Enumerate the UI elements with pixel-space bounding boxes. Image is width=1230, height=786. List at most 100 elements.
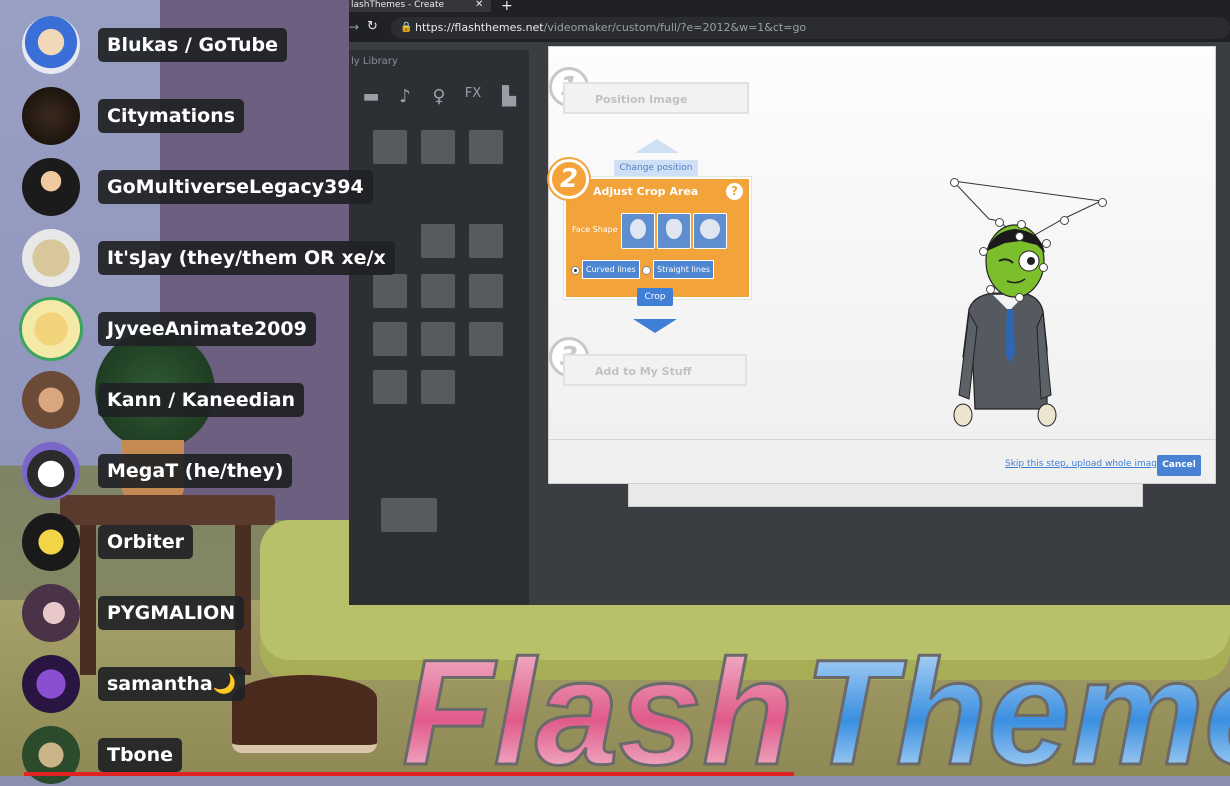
cat-avatar-icon xyxy=(22,229,80,287)
step-3-add-to-my-stuff[interactable]: Add to My Stuff xyxy=(563,354,747,386)
dialog-shadow xyxy=(628,482,1143,507)
crop-handle[interactable] xyxy=(1098,198,1107,207)
flash-text: Flash xyxy=(402,628,794,776)
url-path: /videomaker/custom/full/?e=2012&w=1&ct=g… xyxy=(543,21,807,34)
footer-divider xyxy=(549,439,1215,440)
member-item[interactable]: Blukas / GoTube xyxy=(22,16,352,76)
browser-tab[interactable]: lashThemes - Create ✕ xyxy=(349,0,491,12)
curved-lines-option[interactable]: Curved lines xyxy=(582,260,640,279)
adjust-crop-panel: Adjust Crop Area ? Face Shape Curved lin… xyxy=(564,177,751,299)
figure-avatar-icon xyxy=(22,584,80,642)
video-progress-bar[interactable] xyxy=(24,772,794,776)
library-panel: ly Library ▬ ♪ ♀ FX ▙ xyxy=(349,50,529,605)
member-item[interactable]: Orbiter xyxy=(22,513,352,573)
curved-lines-radio[interactable] xyxy=(571,266,580,275)
face-shape-wide-button[interactable] xyxy=(693,213,727,249)
member-name: MegaT (he/they) xyxy=(98,454,293,488)
crop-button[interactable]: Crop xyxy=(637,288,673,306)
arrow-up-icon[interactable] xyxy=(635,139,679,153)
library-thumbnail[interactable] xyxy=(421,130,455,164)
crop-handle[interactable] xyxy=(950,178,959,187)
flashthemes-logo: Flash Theme xyxy=(401,628,1230,776)
crop-handle[interactable] xyxy=(1015,293,1024,302)
library-thumbnail[interactable] xyxy=(381,498,437,532)
crop-panel-title: Adjust Crop Area xyxy=(593,185,699,198)
member-name: It'sJay (they/them OR xe/x xyxy=(98,241,395,275)
background-category-icon[interactable]: ▬ xyxy=(357,86,385,112)
url-host: https://flashthemes.net xyxy=(415,21,544,34)
library-thumbnail[interactable] xyxy=(373,370,407,404)
step-1-position-image[interactable]: Position Image xyxy=(563,82,749,114)
library-thumbnail[interactable] xyxy=(373,130,407,164)
member-name: Blukas / GoTube xyxy=(98,28,287,62)
library-thumbnail[interactable] xyxy=(421,322,455,356)
library-thumbnail[interactable] xyxy=(469,274,503,308)
member-item[interactable]: PYGMALION xyxy=(22,584,352,644)
boy-avatar-icon xyxy=(22,158,80,216)
face-shape-label: Face Shape xyxy=(572,225,618,234)
address-bar[interactable]: 🔒 https://flashthemes.net/videomaker/cus… xyxy=(391,17,1230,39)
skip-upload-whole-image-link[interactable]: Skip this step, upload whole image xyxy=(1005,459,1163,469)
member-name: JyveeAnimate2009 xyxy=(98,312,316,346)
character-preview[interactable] xyxy=(929,177,1119,437)
member-name: Kann / Kaneedian xyxy=(98,383,305,417)
member-item[interactable]: samantha🌙 xyxy=(22,655,352,715)
face-shape-round-button[interactable] xyxy=(621,213,655,249)
member-item[interactable]: JyveeAnimate2009 xyxy=(22,300,352,360)
straight-lines-radio[interactable] xyxy=(642,266,651,275)
change-position-button[interactable]: Change position xyxy=(614,160,698,176)
library-thumbnail[interactable] xyxy=(469,224,503,258)
library-thumbnail[interactable] xyxy=(421,370,455,404)
arrow-down-icon[interactable] xyxy=(633,319,677,333)
crop-handle[interactable] xyxy=(1015,232,1024,241)
face-wide-icon xyxy=(700,219,720,239)
member-item[interactable]: MegaT (he/they) xyxy=(22,442,352,502)
library-tab[interactable]: ly Library xyxy=(351,56,398,67)
reload-icon[interactable]: ↻ xyxy=(367,19,378,34)
member-name: Tbone xyxy=(98,738,183,772)
crop-handle[interactable] xyxy=(1039,263,1048,272)
crop-handle[interactable] xyxy=(1017,220,1026,229)
library-thumbnail[interactable] xyxy=(373,274,407,308)
new-tab-icon[interactable]: + xyxy=(501,0,513,14)
face-shape-long-button[interactable] xyxy=(657,213,691,249)
library-thumbnail[interactable] xyxy=(373,322,407,356)
member-item[interactable]: Kann / Kaneedian xyxy=(22,371,352,431)
robot-avatar-icon xyxy=(22,513,80,571)
character-icon[interactable]: ♀ xyxy=(425,86,453,112)
library-thumbnail[interactable] xyxy=(469,130,503,164)
member-item[interactable]: Citymations xyxy=(22,87,352,147)
crop-handle[interactable] xyxy=(979,247,988,256)
member-name: Orbiter xyxy=(98,525,193,559)
browser-chrome: lashThemes - Create ✕ + → ↻ 🔒 https://fl… xyxy=(349,0,1230,42)
help-icon[interactable]: ? xyxy=(726,183,743,200)
crop-handle[interactable] xyxy=(1060,216,1069,225)
straight-lines-option[interactable]: Straight lines xyxy=(653,260,715,279)
blue-hair-avatar-icon xyxy=(22,16,80,74)
member-name: samantha🌙 xyxy=(98,667,246,701)
cat-avatar-icon xyxy=(22,442,80,500)
library-thumbnail[interactable] xyxy=(421,274,455,308)
character-figure xyxy=(952,180,1103,427)
member-item[interactable]: It'sJay (they/them OR xe/x xyxy=(22,229,395,289)
tab-title: lashThemes - Create xyxy=(351,0,445,10)
member-name: PYGMALION xyxy=(98,596,245,630)
lock-icon: 🔒 xyxy=(400,22,413,33)
member-name: GoMultiverseLegacy394 xyxy=(98,170,373,204)
crop-handle[interactable] xyxy=(995,218,1004,227)
props-icon[interactable]: ▙ xyxy=(495,86,523,112)
flashthemes-watermark: Flash Theme xyxy=(398,628,1230,776)
url-text: https://flashthemes.net/videomaker/custo… xyxy=(415,21,806,34)
library-thumbnail[interactable] xyxy=(421,224,455,258)
member-item[interactable]: Tbone xyxy=(22,726,352,786)
music-icon[interactable]: ♪ xyxy=(391,86,419,112)
crop-handle[interactable] xyxy=(986,285,995,294)
close-icon[interactable]: ✕ xyxy=(475,0,483,10)
crop-handle[interactable] xyxy=(1042,239,1051,248)
photo-avatar-icon xyxy=(22,371,80,429)
member-item[interactable]: GoMultiverseLegacy394 xyxy=(22,158,373,218)
themes-text: Theme xyxy=(804,628,1230,776)
cancel-button[interactable]: Cancel xyxy=(1157,455,1201,476)
library-thumbnail[interactable] xyxy=(469,322,503,356)
fx-icon[interactable]: FX xyxy=(459,86,487,112)
